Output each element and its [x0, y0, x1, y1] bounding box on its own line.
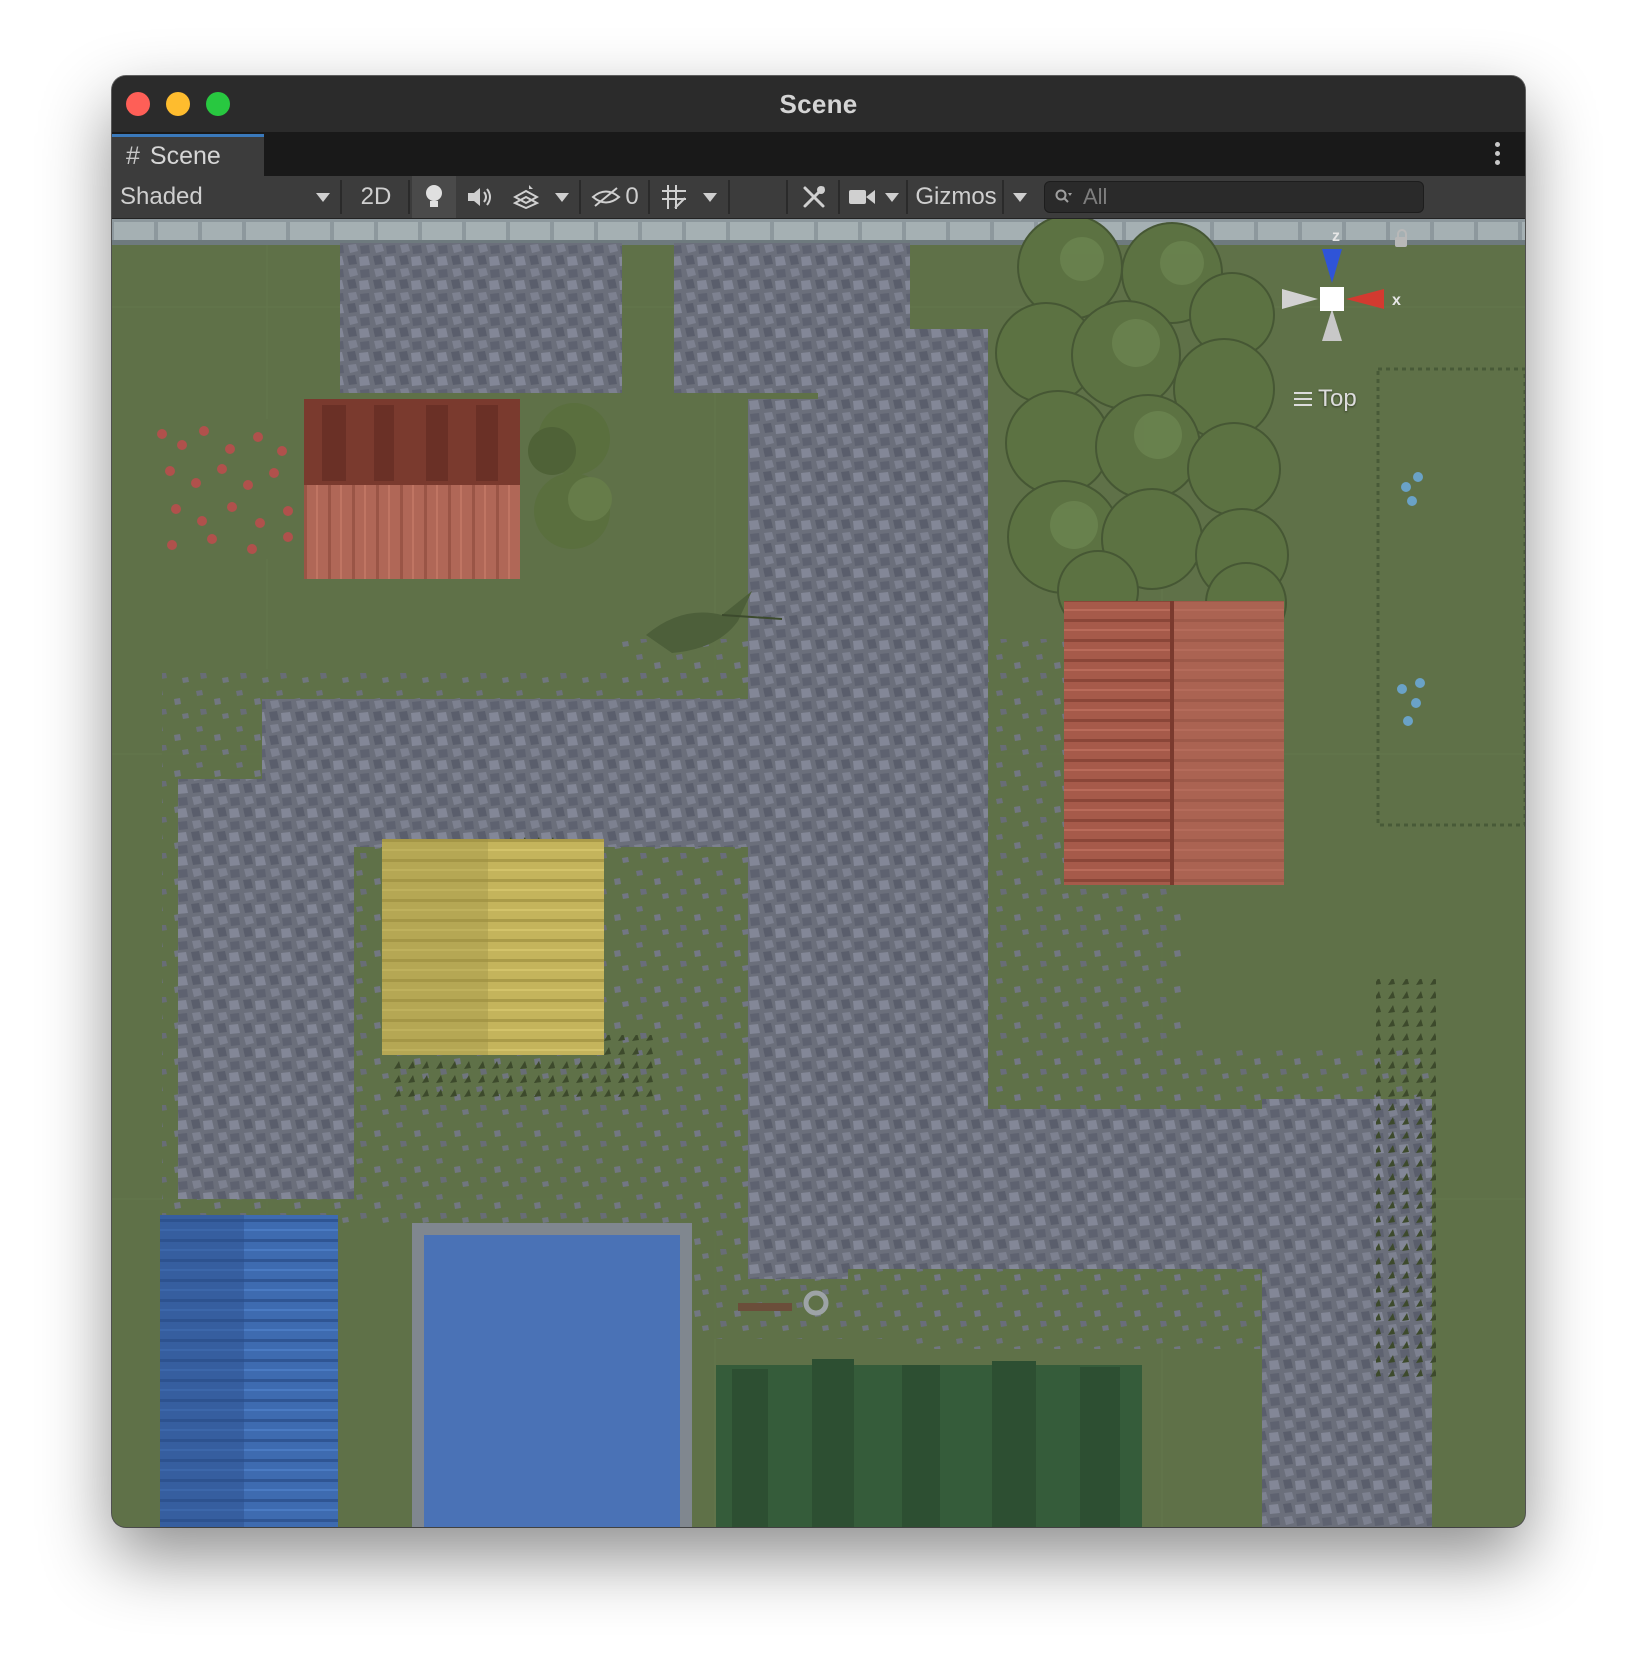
gizmos-dropdown[interactable]: [1006, 176, 1034, 218]
camera-dropdown[interactable]: [880, 176, 904, 218]
title-bar: Scene: [112, 76, 1525, 132]
effects-toggle-button[interactable]: [504, 176, 548, 218]
toggle-2d-button[interactable]: 2D: [350, 176, 402, 218]
minimize-button[interactable]: [166, 92, 190, 116]
menu-lines-icon: [1294, 388, 1312, 410]
view-label: Top: [1318, 385, 1357, 412]
chevron-down-icon: [885, 192, 899, 202]
lightbulb-icon: [426, 185, 442, 207]
scene-window: Scene # Scene Shaded 2D 0 Gizmos All z x…: [112, 76, 1525, 1527]
tools-icon: [803, 186, 825, 208]
scene-toolbar: Shaded 2D 0 Gizmos All: [112, 176, 1525, 219]
axis-x-label: x: [1392, 292, 1401, 309]
gizmos-button[interactable]: Gizmos: [908, 176, 1004, 218]
grid-icon: [662, 185, 686, 209]
speaker-icon: [468, 188, 491, 206]
lock-icon[interactable]: [1395, 229, 1407, 247]
scene-viewport[interactable]: z x Top: [112, 219, 1525, 1527]
chevron-down-icon: [316, 192, 330, 202]
close-button[interactable]: [126, 92, 150, 116]
hash-icon: #: [126, 142, 140, 170]
search-icon: [1055, 189, 1072, 203]
scene-render: [112, 219, 1525, 1527]
audio-toggle-button[interactable]: [458, 176, 502, 218]
tab-scene[interactable]: # Scene: [112, 134, 264, 176]
hidden-count: 0: [625, 183, 639, 210]
axis-z-cone[interactable]: [1322, 249, 1342, 283]
camera-settings-button[interactable]: [842, 176, 882, 218]
camera-icon: [849, 190, 875, 204]
search-placeholder: All: [1083, 184, 1108, 209]
view-projection-toggle[interactable]: Top: [1294, 385, 1357, 413]
shading-mode-dropdown[interactable]: Shaded: [112, 176, 338, 218]
gizmos-label: Gizmos: [915, 183, 997, 210]
gizmo-center-cube[interactable]: [1320, 287, 1344, 311]
scene-visibility-toggle[interactable]: 0: [584, 176, 646, 218]
eye-slash-icon: [591, 187, 621, 207]
window-title: Scene: [779, 88, 858, 119]
axis-x-cone[interactable]: [1346, 289, 1384, 309]
chevron-down-icon: [1013, 192, 1027, 202]
chevron-down-icon: [555, 192, 569, 202]
layers-icon: [513, 185, 539, 209]
tab-scene-label: Scene: [149, 142, 221, 170]
axis-negz-cone[interactable]: [1322, 309, 1342, 341]
grid-dropdown[interactable]: [696, 176, 724, 218]
maximize-button[interactable]: [206, 92, 230, 116]
grid-toggle-button[interactable]: [652, 176, 696, 218]
more-options-icon[interactable]: [1495, 142, 1501, 169]
shading-mode-label: Shaded: [120, 183, 203, 210]
axis-negx-cone[interactable]: [1282, 289, 1318, 309]
axis-z-label: z: [1332, 228, 1340, 245]
toggle-2d-label: 2D: [360, 183, 392, 210]
search-field[interactable]: All: [1044, 181, 1424, 213]
tab-bar: # Scene: [112, 132, 1525, 176]
orientation-gizmo[interactable]: z x: [1272, 227, 1412, 357]
chevron-down-icon: [703, 192, 717, 202]
effects-dropdown[interactable]: [548, 176, 576, 218]
tools-toggle-button[interactable]: [792, 176, 836, 218]
lighting-toggle-button[interactable]: [412, 176, 456, 218]
